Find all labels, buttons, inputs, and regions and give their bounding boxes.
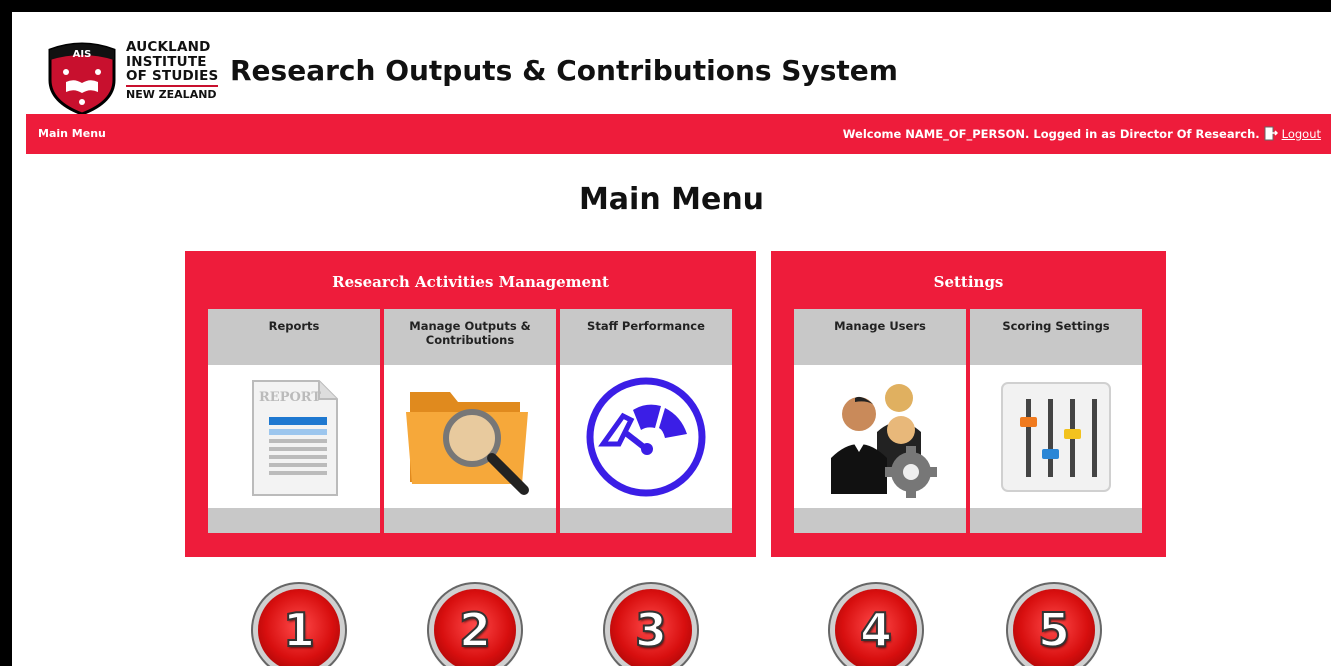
logo-line-4: NEW ZEALAND xyxy=(126,84,219,103)
logout-link[interactable]: Logout xyxy=(1282,127,1321,141)
page: AIS AUCKLAND INSTITUTE OF STUDIES NEW ZE… xyxy=(12,12,1331,666)
panel-title: Research Activities Management xyxy=(332,273,609,291)
folder-search-icon xyxy=(406,391,529,495)
card-label: Scoring Settings xyxy=(970,309,1142,365)
card-label: Staff Performance xyxy=(560,309,732,365)
logo-line-2: INSTITUTE xyxy=(126,53,207,70)
gauge-icon xyxy=(586,377,706,496)
reports-card[interactable]: Reports REPORT xyxy=(208,309,380,533)
main-menu-link[interactable]: Main Menu xyxy=(38,127,106,140)
navbar: Main Menu Welcome NAME_OF_PERSON. Logged… xyxy=(26,114,1331,154)
welcome-text: Welcome NAME_OF_PERSON. Logged in as Dir… xyxy=(842,126,1260,141)
report-document-icon: REPORT xyxy=(252,379,338,496)
institute-logo[interactable]: AIS AUCKLAND INSTITUTE OF STUDIES NEW ZE… xyxy=(44,36,224,120)
page-title: Main Menu xyxy=(578,182,765,217)
staff-performance-card[interactable]: Staff Performance xyxy=(560,309,732,533)
card-label: Reports xyxy=(208,309,380,365)
manage-outputs-card[interactable]: Manage Outputs & Contributions xyxy=(384,309,556,533)
logo-line-3: OF STUDIES xyxy=(126,68,219,84)
number-badge-1: 1 xyxy=(258,589,340,666)
card-label: Manage Outputs & Contributions xyxy=(384,309,556,365)
card-label: Manage Users xyxy=(794,309,966,365)
number-badge-5: 5 xyxy=(1013,589,1095,666)
logo-badge: AIS xyxy=(73,49,92,60)
users-gear-icon xyxy=(831,383,937,498)
number-badge-2: 2 xyxy=(434,589,516,666)
scoring-settings-card[interactable]: Scoring Settings xyxy=(970,309,1142,533)
svg-text:REPORT: REPORT xyxy=(259,390,321,405)
settings-panel: Settings Manage Users Scoring Settings xyxy=(771,251,1166,557)
research-activities-panel: Research Activities Management Reports R… xyxy=(185,251,756,557)
number-badge-3: 3 xyxy=(610,589,692,666)
crest-icon: AIS xyxy=(48,42,116,116)
user-info: Welcome NAME_OF_PERSON. Logged in as Dir… xyxy=(843,126,1321,141)
number-badge-4: 4 xyxy=(835,589,917,666)
sliders-icon xyxy=(1001,381,1111,492)
logout-icon[interactable] xyxy=(1264,126,1278,141)
panel-title: Settings xyxy=(933,273,1004,291)
manage-users-card[interactable]: Manage Users xyxy=(794,309,966,533)
app-title: Research Outputs & Contributions System xyxy=(230,54,898,87)
logo-line-1: AUCKLAND xyxy=(126,39,211,55)
